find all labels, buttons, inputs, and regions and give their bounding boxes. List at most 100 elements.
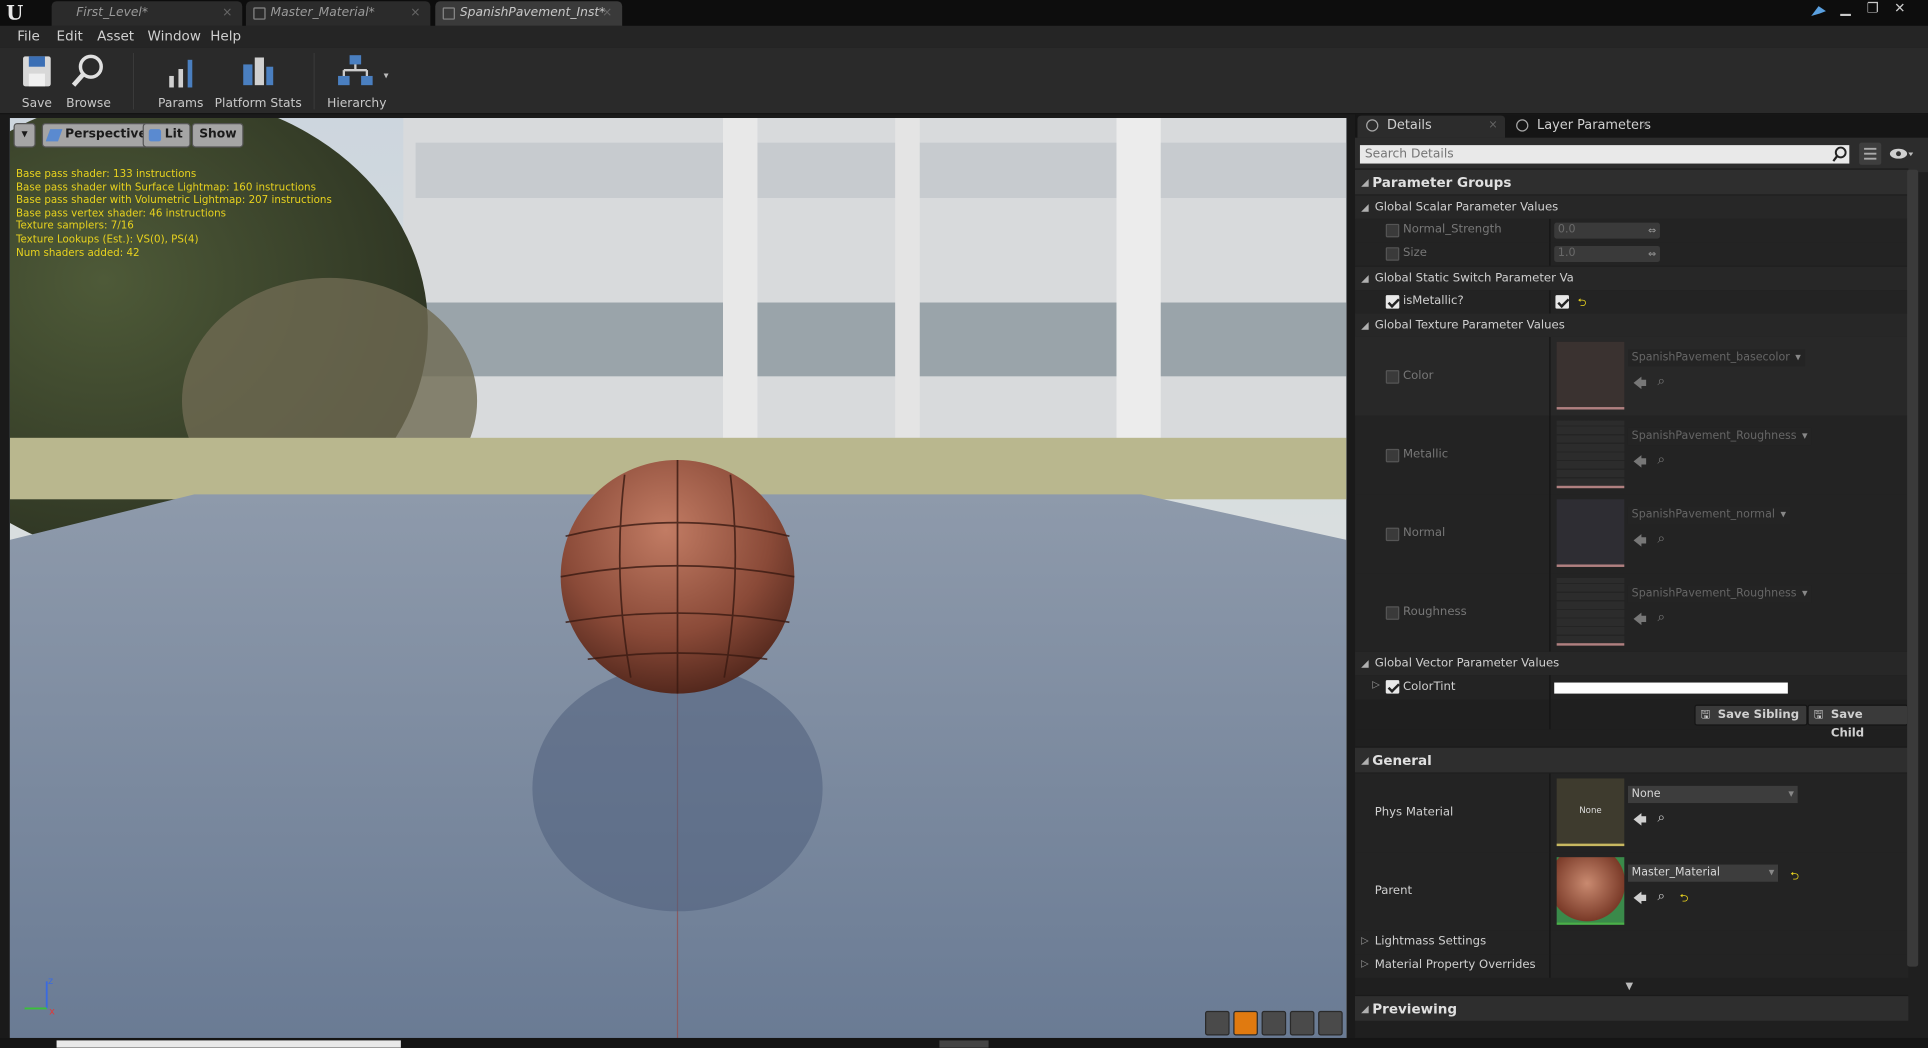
close-icon[interactable]: × — [1641, 116, 1650, 137]
group-vector-parameters[interactable]: ◢ Global Vector Parameter Values — [1355, 651, 1909, 676]
browse-magnifier-icon[interactable]: ⌕ — [1658, 373, 1666, 390]
menu-help[interactable]: Help — [210, 28, 241, 44]
is-metallic-value-checkbox[interactable] — [1555, 295, 1569, 309]
normal-texture-thumbnail[interactable] — [1556, 499, 1625, 567]
menu-edit[interactable]: Edit — [57, 28, 83, 44]
close-window-icon[interactable]: ✕ — [1891, 1, 1908, 16]
lit-button[interactable]: Lit — [142, 122, 191, 148]
metallic-checkbox[interactable] — [1385, 448, 1400, 463]
browse-magnifier-icon[interactable]: ⌕ — [1658, 809, 1666, 826]
use-selected-arrow-icon[interactable]: 🡄 — [1633, 888, 1647, 911]
phys-material-thumbnail[interactable]: None — [1556, 778, 1625, 847]
preview-mesh-icon[interactable] — [1318, 1010, 1343, 1036]
color-tint-swatch[interactable] — [1554, 682, 1788, 694]
use-selected-arrow-icon[interactable]: 🡄 — [1633, 809, 1647, 832]
normal-texture-combo[interactable]: SpanishPavement_normal — [1627, 506, 1790, 524]
menu-window[interactable]: Window — [148, 28, 201, 44]
preview-sphere-icon[interactable] — [1233, 1010, 1258, 1036]
maximize-icon[interactable]: ❐ — [1864, 1, 1881, 16]
is-metallic-override-checkbox[interactable] — [1385, 295, 1400, 309]
search-icon[interactable] — [1832, 146, 1847, 162]
browse-magnifier-icon[interactable]: ⌕ — [1658, 530, 1666, 547]
reset-to-default-icon[interactable]: ⮌ — [1790, 867, 1799, 887]
show-button[interactable]: Show — [191, 122, 244, 148]
color-texture-thumbnail[interactable] — [1556, 341, 1625, 410]
material-property-overrides-row[interactable]: ▷ Material Property Overrides — [1355, 954, 1909, 978]
tab-details[interactable]: Details × — [1357, 115, 1506, 138]
use-selected-arrow-icon[interactable]: 🡄 — [1633, 530, 1647, 553]
normal-strength-checkbox[interactable] — [1385, 223, 1400, 238]
column-divider — [1549, 290, 1551, 314]
hierarchy-button[interactable]: Hierarchy — [327, 53, 387, 111]
use-selected-arrow-icon[interactable]: 🡄 — [1633, 451, 1647, 474]
menu-file[interactable]: File — [17, 28, 40, 44]
size-checkbox[interactable] — [1385, 247, 1400, 261]
perspective-button[interactable]: Perspective — [41, 122, 155, 148]
phys-material-combo[interactable]: None — [1627, 785, 1798, 804]
color-checkbox[interactable] — [1385, 370, 1400, 384]
browse-button[interactable]: Browse — [64, 53, 113, 111]
category-parameter-groups[interactable]: ◢ Parameter Groups — [1355, 168, 1909, 195]
browse-magnifier-icon[interactable]: ⌕ — [1658, 609, 1666, 626]
color-texture-combo[interactable]: SpanishPavement_basecolor — [1627, 349, 1805, 367]
platform-stats-button[interactable]: Platform Stats — [214, 53, 303, 111]
expand-triangle-icon[interactable]: ▷ — [1372, 679, 1380, 690]
category-general[interactable]: ◢ General — [1355, 746, 1909, 773]
column-divider — [1549, 675, 1551, 700]
category-previewing[interactable]: ◢ Previewing — [1355, 994, 1909, 1021]
save-child-button[interactable]: 🖫 Save Child — [1807, 704, 1909, 740]
roughness-texture-thumbnail[interactable] — [1556, 578, 1625, 646]
lightmass-settings-row[interactable]: ▷ Lightmass Settings — [1355, 930, 1909, 955]
use-selected-arrow-icon[interactable]: 🡄 — [1633, 373, 1647, 396]
roughness-checkbox[interactable] — [1385, 606, 1400, 620]
preview-viewport[interactable]: ▾ Perspective Lit Show Base pass shader:… — [9, 118, 1347, 1038]
close-icon[interactable]: × — [1488, 116, 1497, 137]
search-details-input[interactable] — [1359, 145, 1850, 164]
browse-magnifier-icon[interactable]: ⌕ — [1658, 888, 1666, 905]
reset-to-default-icon[interactable]: ⮌ — [1578, 294, 1587, 314]
minimize-icon[interactable]: ▁ — [1837, 1, 1854, 16]
save-sibling-button[interactable]: 🖫 Save Sibling — [1694, 704, 1808, 726]
close-icon[interactable]: × — [222, 1, 232, 24]
close-icon[interactable]: × — [602, 1, 612, 24]
scroll-down-icon[interactable]: ▼ — [1626, 980, 1634, 991]
preview-cylinder-icon[interactable] — [1205, 1010, 1230, 1036]
reset-to-default-icon[interactable]: ⮌ — [1680, 889, 1689, 909]
color-tint-checkbox[interactable] — [1385, 680, 1400, 694]
normal-strength-value[interactable]: 0.0 — [1554, 222, 1660, 239]
metallic-label: Metallic — [1402, 447, 1449, 462]
use-selected-arrow-icon[interactable]: 🡄 — [1633, 609, 1647, 632]
parent-material-combo[interactable]: Master_Material — [1627, 864, 1779, 882]
column-divider — [1549, 930, 1551, 955]
eye-icon[interactable] — [1889, 146, 1914, 161]
preview-cube-icon[interactable] — [1289, 1010, 1315, 1036]
tab-layer-parameters[interactable]: Layer Parameters × — [1507, 116, 1657, 138]
normal-checkbox[interactable] — [1385, 527, 1400, 542]
preview-plane-icon[interactable] — [1261, 1010, 1287, 1036]
horizontal-scroll-thumb[interactable] — [939, 1040, 989, 1048]
save-button[interactable]: Save — [17, 53, 56, 111]
viewport-options-button[interactable]: ▾ — [13, 122, 36, 148]
feedback-icon[interactable] — [1810, 4, 1827, 21]
view-options-grid-icon[interactable] — [1859, 142, 1882, 165]
group-texture-parameters[interactable]: ◢ Global Texture Parameter Values — [1355, 313, 1909, 337]
hierarchy-dropdown-icon[interactable]: ▾ — [384, 70, 389, 81]
details-tabs: Details × Layer Parameters × — [1355, 114, 1928, 138]
tab-spanish-pavement-inst[interactable]: SpanishPavement_Inst* × — [435, 1, 623, 26]
metallic-texture-thumbnail[interactable] — [1556, 420, 1625, 489]
horizontal-scrollbar[interactable] — [56, 1040, 401, 1048]
roughness-texture-combo[interactable]: SpanishPavement_Roughness — [1627, 585, 1812, 603]
metallic-texture-combo[interactable]: SpanishPavement_Roughness — [1627, 427, 1812, 446]
parent-material-thumbnail[interactable] — [1556, 857, 1625, 925]
close-icon[interactable]: × — [410, 1, 420, 24]
roughness-label: Roughness — [1402, 605, 1467, 619]
tab-first-level[interactable]: First_Level* × — [51, 1, 243, 26]
tab-master-material[interactable]: Master_Material* × — [245, 1, 431, 26]
size-value[interactable]: 1.0 — [1554, 245, 1660, 262]
group-static-switch-parameters[interactable]: ◢ Global Static Switch Parameter Va — [1355, 266, 1909, 291]
details-scrollbar[interactable] — [1907, 169, 1919, 967]
menu-asset[interactable]: Asset — [97, 28, 134, 44]
browse-magnifier-icon[interactable]: ⌕ — [1658, 451, 1666, 468]
group-scalar-parameters[interactable]: ◢ Global Scalar Parameter Values — [1355, 195, 1909, 219]
params-button[interactable]: Params — [156, 53, 205, 111]
